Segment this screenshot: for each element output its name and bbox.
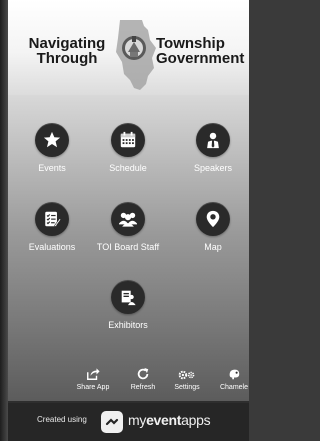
exhibitor-icon: [121, 290, 136, 306]
myeventapps-logo: myeventapps: [128, 412, 211, 428]
header-title-right-line2: Government: [156, 50, 245, 67]
state-seal-logo: [116, 20, 156, 90]
tile-label-schedule: Schedule: [109, 163, 147, 173]
settings-label: Settings: [174, 384, 200, 391]
settings-icon: [178, 370, 195, 380]
schedule-circle: [111, 123, 145, 157]
speaker-person-icon: [207, 132, 219, 149]
tile-label-exhibitors: Exhibitors: [108, 320, 148, 330]
evaluations-circle: [35, 202, 69, 236]
map-pin-icon: [206, 210, 220, 228]
header-title-right: Township Government: [156, 36, 249, 66]
tile-map[interactable]: Map: [171, 202, 255, 253]
header-title-left: Navigating Through: [17, 36, 117, 66]
tile-exhibitors[interactable]: Exhibitors: [86, 280, 170, 331]
settings-button[interactable]: Settings: [164, 365, 210, 392]
tile-label-map: Map: [204, 242, 222, 252]
events-circle: [35, 123, 69, 157]
brand-event: event: [146, 412, 182, 428]
myeventapps-badge-icon: [101, 411, 123, 433]
tile-evaluations[interactable]: Evaluations: [10, 202, 94, 253]
speakers-circle: [196, 123, 230, 157]
refresh-button[interactable]: Refresh: [120, 365, 166, 392]
tile-label-events: Events: [38, 163, 66, 173]
toi-board-staff-circle: [111, 202, 145, 236]
share-icon: [87, 368, 100, 380]
header-title-right-line1: Township: [156, 35, 225, 52]
tile-schedule[interactable]: Schedule: [86, 123, 170, 174]
app-header: Navigating Through Township Government: [8, 0, 249, 95]
frame-left-edge: [0, 0, 8, 441]
header-title-left-line2: Through: [36, 50, 98, 67]
chameleon-button[interactable]: Chamele: [211, 365, 257, 392]
created-using-label: Created using: [37, 415, 87, 424]
tile-events[interactable]: Events: [10, 123, 94, 174]
share-app-label: Share App: [76, 384, 110, 391]
tile-label-speakers: Speakers: [193, 163, 233, 173]
tile-label-toi-board-staff: TOI Board Staff: [96, 242, 160, 252]
home-grid: Events Schedule Speakers Evaluations TOI…: [8, 95, 249, 401]
share-app-button[interactable]: Share App: [70, 365, 116, 392]
header-title-left-line1: Navigating: [28, 35, 106, 52]
chameleon-icon: [229, 369, 240, 380]
refresh-label: Refresh: [130, 384, 156, 391]
calendar-icon: [120, 131, 136, 148]
star-icon: [43, 131, 61, 148]
footer-branding: Created using myeventapps: [8, 403, 249, 441]
refresh-icon: [137, 367, 149, 380]
exhibitors-circle: [111, 280, 145, 314]
brand-apps: apps: [181, 412, 211, 428]
bottom-action-bar: Share App Refresh Settings Chamele: [8, 365, 249, 403]
group-icon: [119, 212, 137, 227]
chameleon-label: Chamele: [219, 384, 248, 391]
brand-my: my: [128, 412, 147, 428]
map-circle: [196, 202, 230, 236]
tile-speakers[interactable]: Speakers: [171, 123, 255, 174]
tile-label-evaluations: Evaluations: [28, 242, 76, 252]
tile-toi-board-staff[interactable]: TOI Board Staff: [86, 202, 170, 253]
checklist-icon: [45, 211, 61, 228]
